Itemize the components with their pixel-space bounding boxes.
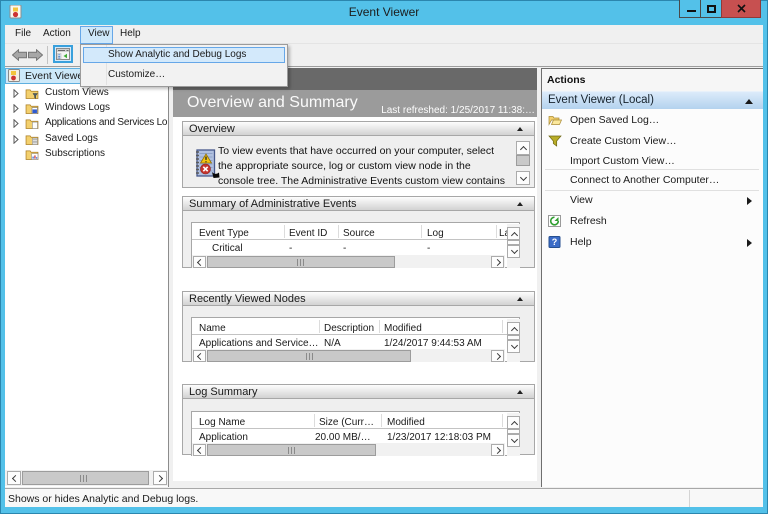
svg-text:?: ? — [552, 237, 558, 247]
